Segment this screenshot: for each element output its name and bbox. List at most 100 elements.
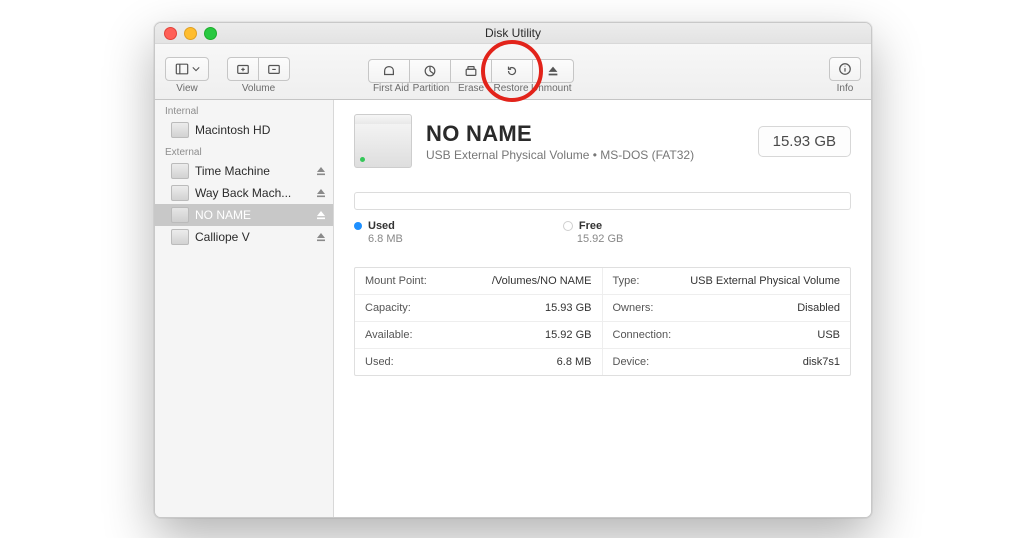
traffic-lights xyxy=(164,27,217,40)
close-button[interactable] xyxy=(164,27,177,40)
detail-value: USB xyxy=(817,329,840,341)
detail-key: Used: xyxy=(365,356,394,368)
view-label: View xyxy=(176,83,198,94)
titlebar: Disk Utility xyxy=(155,23,871,44)
volume-size: 15.93 GB xyxy=(758,126,851,157)
view-button[interactable] xyxy=(165,57,209,81)
disk-icon xyxy=(171,185,189,201)
sidebar-item-label: NO NAME xyxy=(195,208,309,222)
volume-title-block: NO NAME USB External Physical Volume • M… xyxy=(426,121,744,162)
unmount-button[interactable] xyxy=(533,59,574,83)
sidebar-item-macintosh-hd[interactable]: Macintosh HD xyxy=(155,119,333,141)
used-label: Used xyxy=(368,220,395,232)
detail-row-mount-point: Mount Point: /Volumes/NO NAME xyxy=(355,268,602,295)
toolbar-group-view: View xyxy=(165,57,209,94)
used-dot-icon xyxy=(354,222,362,230)
details-col-right: Type: USB External Physical Volume Owner… xyxy=(603,268,851,375)
detail-row-available: Available: 15.92 GB xyxy=(355,322,602,349)
eject-button[interactable] xyxy=(315,209,327,221)
zoom-button[interactable] xyxy=(204,27,217,40)
detail-row-connection: Connection: USB xyxy=(603,322,851,349)
disk-icon xyxy=(171,229,189,245)
erase-icon xyxy=(464,64,478,78)
detail-row-capacity: Capacity: 15.93 GB xyxy=(355,295,602,322)
main-pane: NO NAME USB External Physical Volume • M… xyxy=(334,100,871,517)
details-table: Mount Point: /Volumes/NO NAME Capacity: … xyxy=(354,267,851,376)
disk-icon xyxy=(171,163,189,179)
sidebar-item-calliope-v[interactable]: Calliope V xyxy=(155,226,333,248)
partition-icon xyxy=(423,64,437,78)
sidebar-item-label: Way Back Mach... xyxy=(195,186,309,200)
minimize-button[interactable] xyxy=(184,27,197,40)
detail-value: /Volumes/NO NAME xyxy=(492,275,592,287)
chevron-down-icon xyxy=(192,65,200,73)
volume-icon xyxy=(354,114,412,168)
disk-icon xyxy=(171,122,189,138)
toolbar-group-volume: Volume xyxy=(227,57,290,94)
detail-key: Connection: xyxy=(613,329,672,341)
info-icon xyxy=(838,62,852,76)
legend-free: Free 15.92 GB xyxy=(563,220,623,245)
sidebar-item-label: Time Machine xyxy=(195,164,309,178)
volume-add-button[interactable] xyxy=(227,57,259,81)
sidebar-section-internal: Internal xyxy=(155,100,333,119)
partition-label: Partition xyxy=(411,83,451,94)
eject-button[interactable] xyxy=(315,165,327,177)
usage-legend: Used 6.8 MB Free 15.92 GB xyxy=(354,220,851,245)
detail-key: Mount Point: xyxy=(365,275,427,287)
restore-label: Restore xyxy=(491,83,531,94)
volume-label: Volume xyxy=(242,83,275,94)
sidebar-item-no-name[interactable]: NO NAME xyxy=(155,204,333,226)
disk-icon xyxy=(171,207,189,223)
volume-header: NO NAME USB External Physical Volume • M… xyxy=(354,114,851,168)
detail-value: Disabled xyxy=(797,302,840,314)
detail-value: 15.93 GB xyxy=(545,302,591,314)
legend-used: Used 6.8 MB xyxy=(354,220,403,245)
first-aid-button[interactable] xyxy=(368,59,410,83)
first-aid-label: First Aid xyxy=(371,83,411,94)
toolbar-group-actions: First Aid Partition Erase Restore Unmoun… xyxy=(368,59,574,94)
info-label: Info xyxy=(837,83,854,94)
usage-bar xyxy=(354,192,851,210)
sidebar-item-time-machine[interactable]: Time Machine xyxy=(155,160,333,182)
sidebar: Internal Macintosh HD External Time Mach… xyxy=(155,100,334,517)
action-labels: First Aid Partition Erase Restore Unmoun… xyxy=(371,83,571,94)
window-body: Internal Macintosh HD External Time Mach… xyxy=(155,100,871,517)
sidebar-item-label: Macintosh HD xyxy=(195,123,327,137)
toolbar: View Volume xyxy=(155,44,871,100)
volume-subtitle: USB External Physical Volume • MS-DOS (F… xyxy=(426,148,744,162)
sidebar-icon xyxy=(175,62,189,76)
detail-value: 6.8 MB xyxy=(557,356,592,368)
detail-row-type: Type: USB External Physical Volume xyxy=(603,268,851,295)
erase-button[interactable] xyxy=(451,59,492,83)
eject-button[interactable] xyxy=(315,231,327,243)
detail-key: Type: xyxy=(613,275,640,287)
partition-button[interactable] xyxy=(410,59,451,83)
first-aid-icon xyxy=(382,64,396,78)
restore-icon xyxy=(505,64,519,78)
info-button[interactable] xyxy=(829,57,861,81)
sidebar-section-external: External xyxy=(155,141,333,160)
window-title: Disk Utility xyxy=(155,26,871,40)
sidebar-item-way-back-mach[interactable]: Way Back Mach... xyxy=(155,182,333,204)
free-value: 15.92 GB xyxy=(577,233,623,245)
detail-key: Capacity: xyxy=(365,302,411,314)
detail-row-owners: Owners: Disabled xyxy=(603,295,851,322)
eject-button[interactable] xyxy=(315,187,327,199)
unmount-label: Unmount xyxy=(531,83,571,94)
restore-button[interactable] xyxy=(492,59,533,83)
detail-row-device: Device: disk7s1 xyxy=(603,349,851,375)
details-col-left: Mount Point: /Volumes/NO NAME Capacity: … xyxy=(355,268,603,375)
eject-icon xyxy=(546,64,560,78)
usage-section: Used 6.8 MB Free 15.92 GB xyxy=(354,192,851,245)
volume-remove-button[interactable] xyxy=(259,57,290,81)
detail-value: USB External Physical Volume xyxy=(690,275,840,287)
toolbar-group-info: Info xyxy=(829,57,861,94)
detail-value: 15.92 GB xyxy=(545,329,591,341)
erase-label: Erase xyxy=(451,83,491,94)
detail-key: Device: xyxy=(613,356,650,368)
detail-key: Available: xyxy=(365,329,413,341)
detail-key: Owners: xyxy=(613,302,654,314)
volume-name: NO NAME xyxy=(426,121,744,147)
volume-remove-icon xyxy=(267,62,281,76)
